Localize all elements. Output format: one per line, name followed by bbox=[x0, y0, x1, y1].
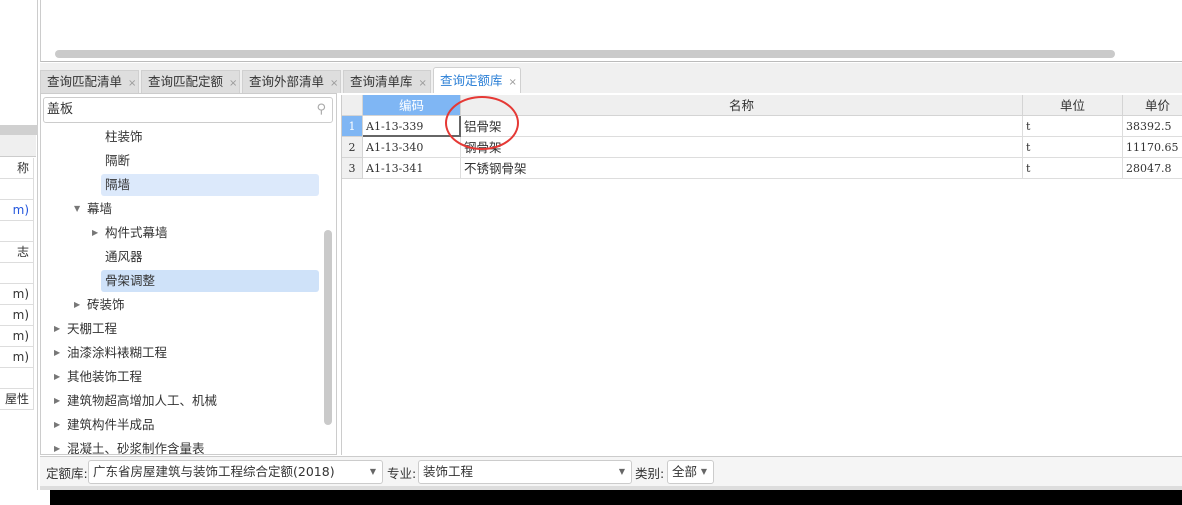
grid-cell-name[interactable]: 铝骨架 bbox=[461, 116, 1023, 137]
caret-right-icon[interactable]: ▶ bbox=[92, 222, 98, 244]
left-panel-row[interactable] bbox=[0, 368, 34, 389]
grid-cell-price[interactable]: 28047.8 bbox=[1123, 158, 1182, 179]
tree-item[interactable]: 建筑构件半成品 bbox=[63, 414, 155, 436]
chevron-down-icon: ▼ bbox=[369, 467, 376, 476]
tab-label: 查询定额库 bbox=[440, 73, 503, 88]
left-panel-header bbox=[0, 125, 38, 135]
tab-label: 查询外部清单 bbox=[249, 74, 325, 89]
column-header-1[interactable]: 名称 bbox=[461, 95, 1023, 116]
left-panel-row[interactable]: m) bbox=[0, 284, 34, 305]
tab-1[interactable]: 查询匹配定额 × bbox=[141, 70, 240, 93]
left-panel-row[interactable]: 称 bbox=[0, 158, 34, 179]
left-panel-row[interactable]: m) bbox=[0, 305, 34, 326]
category-label: 类别: bbox=[635, 466, 665, 481]
filter-bar: 定额库: 广东省房屋建筑与装饰工程综合定额(2018) ▼ 专业: 装饰工程 ▼ 类… bbox=[40, 456, 1182, 486]
caret-right-icon[interactable]: ▶ bbox=[54, 318, 60, 340]
red-annotation-circle bbox=[445, 96, 519, 150]
grid-cell-code[interactable]: A1-13-340 bbox=[363, 137, 461, 158]
caret-down-icon[interactable]: ▼ bbox=[74, 198, 80, 220]
grid-cell-name[interactable]: 钢骨架 bbox=[461, 137, 1023, 158]
left-panel-row[interactable]: m) bbox=[0, 200, 34, 221]
specialty-label: 专业: bbox=[387, 466, 417, 481]
tree-item[interactable]: 构件式幕墙 bbox=[101, 222, 168, 244]
close-icon[interactable]: × bbox=[509, 77, 517, 88]
tab-2[interactable]: 查询外部清单 × bbox=[242, 70, 341, 93]
library-value: 广东省房屋建筑与装饰工程综合定额(2018) bbox=[93, 464, 335, 479]
tab-bar: 查询匹配清单 × 查询匹配定额 × 查询外部清单 × 查询清单库 × 查询定额库 × bbox=[40, 63, 1182, 93]
chevron-down-icon: ▼ bbox=[618, 467, 625, 476]
search-input[interactable]: 盖板 ⚲ bbox=[43, 97, 333, 123]
grid-cell-unit[interactable]: t bbox=[1023, 116, 1123, 137]
caret-right-icon[interactable]: ▶ bbox=[54, 438, 60, 454]
tab-0[interactable]: 查询匹配清单 × bbox=[40, 70, 139, 93]
grid-cell-unit[interactable]: t bbox=[1023, 137, 1123, 158]
tree-item[interactable]: 隔墙 bbox=[101, 174, 319, 196]
quota-grid: 编码 名称 单位 单价 1 A1-13-339 铝骨架 t 38392.5 2 A1-13-340 钢… bbox=[341, 95, 1182, 455]
grid-cell-price[interactable]: 11170.65 bbox=[1123, 137, 1182, 158]
search-value: 盖板 bbox=[47, 102, 74, 117]
left-panel-subheader bbox=[0, 135, 36, 157]
left-panel-row[interactable] bbox=[0, 263, 34, 284]
tab-label: 查询清单库 bbox=[350, 74, 413, 89]
tree-item[interactable]: 隔断 bbox=[101, 150, 130, 172]
search-icon[interactable]: ⚲ bbox=[316, 98, 326, 122]
column-header-3[interactable]: 单价 bbox=[1123, 95, 1182, 116]
close-icon[interactable]: × bbox=[330, 78, 338, 89]
row-number[interactable]: 3 bbox=[342, 158, 363, 179]
caret-right-icon[interactable]: ▶ bbox=[54, 414, 60, 436]
grid-cell-name[interactable]: 不锈钢骨架 bbox=[461, 158, 1023, 179]
row-number[interactable]: 1 bbox=[342, 116, 363, 137]
specialty-value: 装饰工程 bbox=[423, 464, 474, 479]
tree-item[interactable]: 油漆涂料裱糊工程 bbox=[63, 342, 167, 364]
taskbar bbox=[50, 490, 1182, 505]
library-label: 定额库: bbox=[46, 466, 88, 481]
grid-cell-price[interactable]: 38392.5 bbox=[1123, 116, 1182, 137]
grid-cell-code[interactable]: A1-13-341 bbox=[363, 158, 461, 179]
left-side-panel: 称 m) 志 m) m) m) m) 屋性 bbox=[0, 0, 38, 490]
column-header-2[interactable]: 单位 bbox=[1023, 95, 1123, 116]
chevron-down-icon: ▼ bbox=[700, 467, 707, 476]
grid-corner bbox=[342, 95, 363, 116]
left-panel-row[interactable]: m) bbox=[0, 347, 34, 368]
caret-right-icon[interactable]: ▶ bbox=[54, 342, 60, 364]
category-select[interactable]: 全部 ▼ bbox=[667, 460, 714, 484]
tree-item[interactable]: 混凝土、砂浆制作含量表 bbox=[63, 438, 205, 454]
specialty-select[interactable]: 装饰工程 ▼ bbox=[418, 460, 632, 484]
left-panel-row[interactable]: 屋性 bbox=[0, 389, 34, 410]
tree-item[interactable]: 建筑物超高增加人工、机械 bbox=[63, 390, 217, 412]
tree-item[interactable]: 幕墙 bbox=[83, 198, 112, 220]
tree-item[interactable]: 天棚工程 bbox=[63, 318, 117, 340]
left-panel-row[interactable] bbox=[0, 221, 34, 242]
tree-panel: 盖板 ⚲ 柱装饰 隔断 隔墙 ▼ 幕墙 ▶ 构件式幕墙 通风器 骨架调整 ▶ 砖装饰 ▶ 天棚工程 ▶ 油漆… bbox=[40, 93, 337, 455]
tree-item[interactable]: 通风器 bbox=[101, 246, 143, 268]
caret-right-icon[interactable]: ▶ bbox=[74, 294, 80, 316]
close-icon[interactable]: × bbox=[229, 78, 237, 89]
tab-4[interactable]: 查询定额库 × bbox=[433, 67, 521, 93]
row-number[interactable]: 2 bbox=[342, 137, 363, 158]
left-panel-row[interactable]: 志 bbox=[0, 242, 34, 263]
close-icon[interactable]: × bbox=[128, 78, 136, 89]
tree-item[interactable]: 骨架调整 bbox=[101, 270, 319, 292]
close-icon[interactable]: × bbox=[419, 78, 427, 89]
tree-scrollbar[interactable] bbox=[324, 230, 332, 425]
left-panel-row[interactable]: m) bbox=[0, 326, 34, 347]
tab-3[interactable]: 查询清单库 × bbox=[343, 70, 431, 93]
category-value: 全部 bbox=[672, 464, 698, 479]
library-select[interactable]: 广东省房屋建筑与装饰工程综合定额(2018) ▼ bbox=[88, 460, 383, 484]
grid-cell-unit[interactable]: t bbox=[1023, 158, 1123, 179]
caret-right-icon[interactable]: ▶ bbox=[54, 390, 60, 412]
tab-label: 查询匹配清单 bbox=[47, 74, 123, 89]
tree-item[interactable]: 砖装饰 bbox=[83, 294, 125, 316]
left-panel-row[interactable] bbox=[0, 179, 34, 200]
tab-label: 查询匹配定额 bbox=[148, 74, 224, 89]
caret-right-icon[interactable]: ▶ bbox=[54, 366, 60, 388]
horizontal-scrollbar[interactable] bbox=[55, 50, 1115, 58]
tree-item[interactable]: 柱装饰 bbox=[101, 126, 143, 148]
tree-item[interactable]: 其他装饰工程 bbox=[63, 366, 142, 388]
